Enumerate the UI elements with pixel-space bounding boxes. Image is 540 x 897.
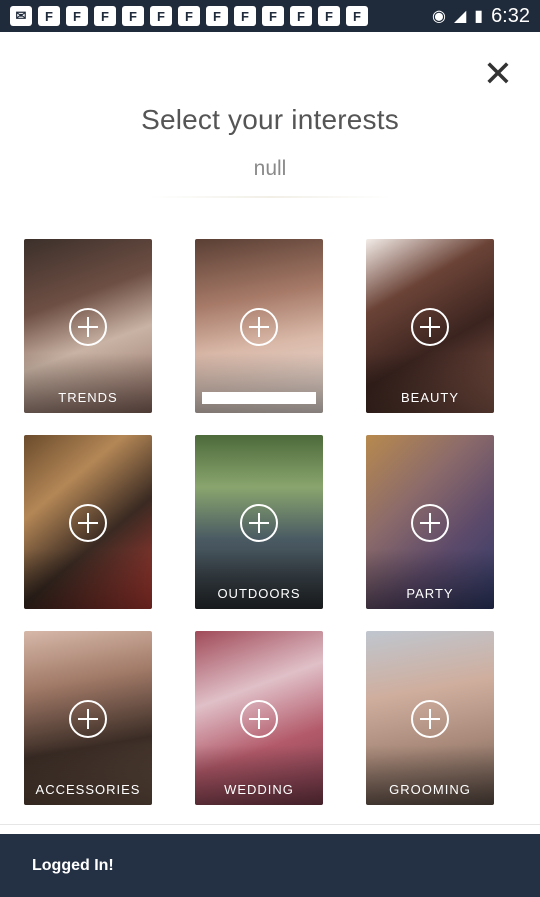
interest-label-placeholder: [202, 392, 316, 404]
interest-tile-outdoors[interactable]: OUTDOORS: [195, 435, 323, 609]
snackbar: Logged In!: [0, 834, 540, 897]
interest-tile-grooming[interactable]: GROOMING: [366, 631, 494, 805]
add-icon[interactable]: [411, 308, 449, 346]
status-bar: ✉ F F F F F F F F F F F F ◉ ◢ ▮ 6:32: [0, 0, 540, 32]
interest-tile-wedding[interactable]: WEDDING: [195, 631, 323, 805]
clock: 6:32: [491, 4, 530, 27]
signal-icon: ◢: [453, 8, 467, 25]
interest-label: PARTY: [406, 586, 454, 601]
interest-label: OUTDOORS: [217, 586, 301, 601]
interest-tile-4[interactable]: [24, 435, 152, 609]
flipboard-icon: F: [178, 6, 200, 26]
flipboard-icon: F: [206, 6, 228, 26]
tile-shade: [24, 549, 152, 609]
battery-icon: ▮: [474, 8, 484, 25]
wifi-icon: ◉: [431, 8, 446, 25]
add-icon[interactable]: [240, 700, 278, 738]
interest-label: GROOMING: [389, 782, 471, 797]
flipboard-icon: F: [234, 6, 256, 26]
add-icon[interactable]: [411, 504, 449, 542]
flipboard-icon: F: [262, 6, 284, 26]
mail-icon: ✉: [10, 6, 32, 26]
page-title: Select your interests: [141, 104, 399, 135]
subtitle-underline: [150, 196, 390, 198]
interest-label: ACCESSORIES: [35, 782, 141, 797]
add-icon[interactable]: [69, 700, 107, 738]
tile-shade: [195, 353, 323, 413]
flipboard-icon: F: [150, 6, 172, 26]
notification-icons: ✉ F F F F F F F F F F F F: [10, 6, 368, 26]
interest-label: WEDDING: [224, 782, 294, 797]
flipboard-icon: F: [66, 6, 88, 26]
close-icon: ✕: [482, 53, 514, 94]
interest-tile-party[interactable]: PARTY: [366, 435, 494, 609]
flipboard-icon: F: [318, 6, 340, 26]
flipboard-icon: F: [346, 6, 368, 26]
add-icon[interactable]: [69, 504, 107, 542]
divider: [0, 824, 540, 825]
add-icon[interactable]: [240, 308, 278, 346]
close-button[interactable]: ✕: [482, 53, 514, 94]
interest-tile-trends[interactable]: TRENDS: [24, 239, 152, 413]
flipboard-icon: F: [38, 6, 60, 26]
add-icon[interactable]: [69, 308, 107, 346]
add-icon[interactable]: [240, 504, 278, 542]
flipboard-icon: F: [290, 6, 312, 26]
interest-label: TRENDS: [58, 390, 118, 405]
interest-tile-beauty[interactable]: BEAUTY: [366, 239, 494, 413]
flipboard-icon: F: [122, 6, 144, 26]
snackbar-message: Logged In!: [32, 856, 114, 874]
interest-tile-accessories[interactable]: ACCESSORIES: [24, 631, 152, 805]
page-subtitle: null: [253, 157, 287, 180]
add-icon[interactable]: [411, 700, 449, 738]
interest-label: BEAUTY: [400, 390, 459, 405]
flipboard-icon: F: [94, 6, 116, 26]
interest-tile-2[interactable]: [195, 239, 323, 413]
system-tray: ◉ ◢ ▮ 6:32: [432, 5, 530, 28]
